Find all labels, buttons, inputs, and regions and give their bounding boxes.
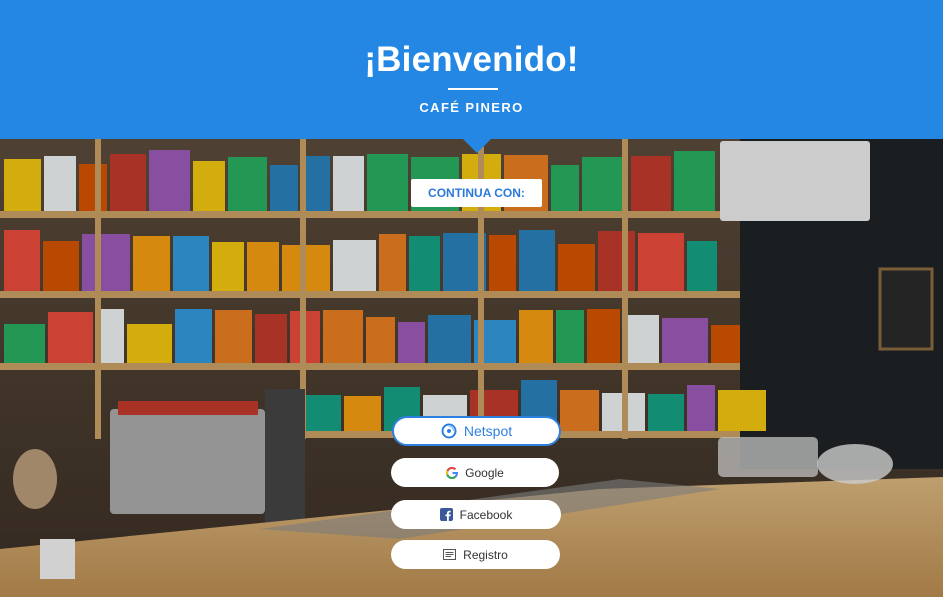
google-login-button[interactable]: Google <box>391 458 559 487</box>
register-label: Registro <box>463 547 508 562</box>
header-pointer <box>463 139 491 153</box>
continue-with-label: CONTINUA CON: <box>411 179 542 207</box>
facebook-icon <box>439 508 453 521</box>
facebook-label: Facebook <box>459 507 513 522</box>
google-icon <box>446 466 459 479</box>
welcome-header: ¡Bienvenido! CAFÉ PINERO <box>0 0 943 153</box>
title-divider <box>448 88 498 90</box>
register-login-button[interactable]: Registro <box>391 540 560 569</box>
facebook-login-button[interactable]: Facebook <box>391 500 561 529</box>
netspot-login-button[interactable]: Netspot <box>392 416 561 446</box>
netspot-icon <box>441 423 457 439</box>
netspot-label: Netspot <box>463 423 513 439</box>
form-icon <box>443 549 457 560</box>
google-label: Google <box>465 465 504 480</box>
welcome-title: ¡Bienvenido! <box>364 40 579 79</box>
venue-name: CAFÉ PINERO <box>419 100 524 115</box>
